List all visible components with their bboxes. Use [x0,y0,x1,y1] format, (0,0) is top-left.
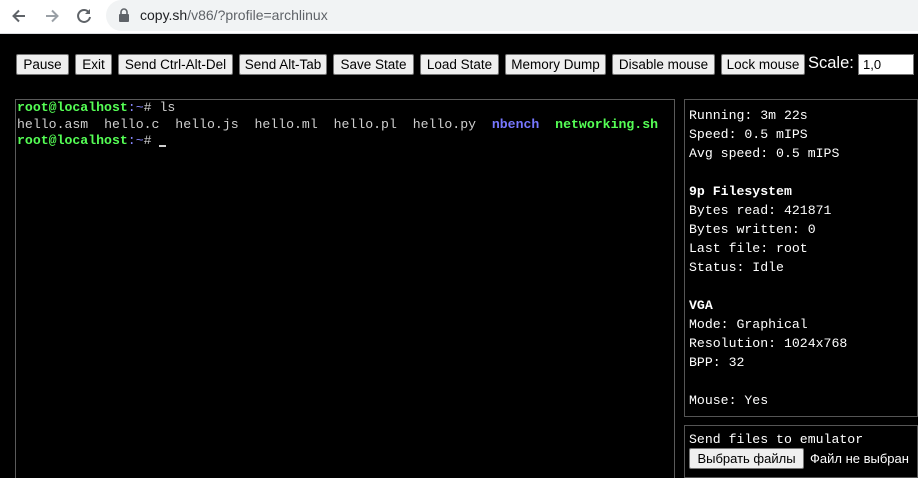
scale-label: Scale: [808,54,854,72]
file-status: Файл не выбран [810,451,909,466]
bytes-written: Bytes written: 0 [689,222,816,237]
upload-title: Send files to emulator [689,432,864,447]
file-entry: hello.asm [17,116,89,132]
running-time: Running: 3m 22s [689,108,808,123]
choose-files-button[interactable]: Выбрать файлы [689,448,804,469]
exit-button[interactable]: Exit [75,54,112,75]
vga-mode: Mode: Graphical [689,317,808,332]
directory-entry: nbench [491,116,540,132]
file-entry: hello.py [412,116,477,132]
file-entry: hello.ml [254,116,318,132]
vga-resolution: Resolution: 1024x768 [689,336,848,351]
text-cursor [159,145,167,147]
lock-icon[interactable] [118,8,130,27]
bytes-read: Bytes read: 421871 [689,203,832,218]
address-bar[interactable]: copy.sh/v86/?profile=archlinux [106,0,918,31]
pause-button[interactable]: Pause [16,54,69,75]
memory-dump-button[interactable]: Memory Dump [505,54,606,75]
disable-mouse-button[interactable]: Disable mouse [612,54,715,75]
back-icon[interactable] [7,5,31,27]
prompt-user: root@localhost [17,133,128,148]
alt-tab-button[interactable]: Send Alt-Tab [239,54,327,75]
reload-icon[interactable] [72,5,96,27]
vga-heading: VGA [689,298,713,313]
filesystem-heading: 9p Filesystem [689,184,792,199]
upload-panel: Send files to emulator Выбрать файлы Фай… [684,425,918,478]
emulator-screen[interactable]: root@localhost:~# ls hello.asm hello.c h… [15,99,675,478]
save-state-button[interactable]: Save State [333,54,414,75]
terminal-line: hello.asm hello.c hello.js hello.ml hell… [17,117,673,134]
prompt-symbol: # [143,100,160,115]
info-panel: Running: 3m 22s Speed: 0.5 mIPS Avg spee… [684,99,918,417]
command-text: ls [159,100,176,115]
load-state-button[interactable]: Load State [420,54,499,75]
forward-icon[interactable] [40,5,64,27]
fs-status: Status: Idle [689,260,784,275]
speed: Speed: 0.5 mIPS [689,127,808,142]
terminal-line: root@localhost:~# ls [17,100,673,117]
vga-bpp: BPP: 32 [689,355,745,370]
executable-entry: networking.sh [555,116,659,132]
scale-input[interactable] [858,54,914,75]
prompt-user: root@localhost [17,100,128,115]
prompt-path: :~ [127,100,144,115]
avg-speed: Avg speed: 0.5 mIPS [689,146,840,161]
terminal-line: root@localhost:~# [17,133,673,150]
mouse-status: Mouse: Yes [689,393,769,408]
file-entry: hello.js [175,116,239,132]
ctrl-alt-del-button[interactable]: Send Ctrl-Alt-Del [118,54,233,75]
last-file: Last file: root [689,241,808,256]
browser-toolbar: copy.sh/v86/?profile=archlinux [0,0,918,34]
lock-mouse-button[interactable]: Lock mouse [721,54,805,75]
file-entry: hello.c [104,116,160,132]
prompt-symbol: # [143,133,160,148]
file-entry: hello.pl [333,116,397,132]
url-text: copy.sh/v86/?profile=archlinux [140,7,328,23]
prompt-path: :~ [127,133,144,148]
